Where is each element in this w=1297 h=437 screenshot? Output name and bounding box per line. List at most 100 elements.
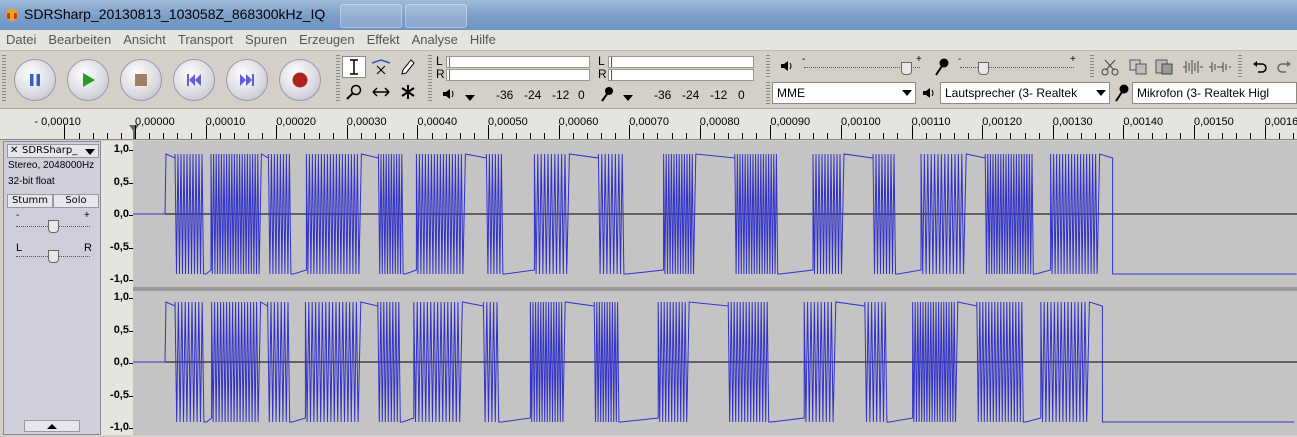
menu-datei[interactable]: Datei [0,30,42,47]
ruler-minor-tick [1165,133,1167,139]
play-button[interactable] [67,59,109,101]
toolbar-grip[interactable] [1238,55,1242,77]
input-device-select[interactable]: Mikrofon (3- Realtek Higl [1132,82,1297,104]
paste-icon[interactable] [1154,58,1174,76]
collapse-track-button[interactable] [24,420,80,432]
play-meter-scale: 0 [578,88,585,102]
audacity-app-icon [6,9,18,21]
ruler-minor-tick [502,133,504,139]
timeline-ruler[interactable]: - 0,00010 0,00000 0,00010 0,00020 0,00030 0,0… [0,109,1297,140]
waveform-display[interactable] [133,141,1297,435]
chevron-down-icon[interactable] [622,94,634,102]
menu-hilfe[interactable]: Hilfe [464,30,502,47]
output-device-select[interactable]: Lautsprecher (3- Realtek [940,82,1110,104]
ruler-label: 0,00040 [417,116,458,128]
ruler-minor-tick [1278,133,1280,139]
record-meter-right-label: R [598,67,607,81]
ruler-tick [982,125,984,139]
silence-icon[interactable] [1208,58,1232,76]
amplitude-label: 0,0 [113,356,129,368]
redo-icon[interactable] [1276,60,1292,74]
output-volume-knob[interactable] [900,62,912,75]
speaker-icon [443,89,454,99]
zoom-tool[interactable] [342,81,366,103]
skip-to-end-button[interactable] [226,59,268,101]
ruler-minor-tick [756,133,758,139]
envelope-icon [371,59,391,75]
ruler-tick [1123,125,1125,139]
ruler-label: - 0,00010 [34,116,81,128]
speaker-icon [781,61,792,71]
skip-to-start-button[interactable] [173,59,215,101]
play-meter-right-bar[interactable] [446,69,590,81]
solo-button[interactable]: Solo [53,194,99,208]
skip-start-icon [187,74,201,86]
chevron-down-icon[interactable] [464,94,476,102]
amplitude-label: 1,0 [113,291,129,303]
ruler-minor-tick [389,133,391,139]
ruler-minor-tick [572,133,574,139]
ruler-tick [1264,125,1266,139]
menu-bearbeiten[interactable]: Bearbeiten [42,30,117,47]
pan-knob[interactable] [48,250,59,263]
ruler-minor-tick [375,133,377,139]
ruler-minor-tick [742,133,744,139]
ruler-minor-tick [191,133,193,139]
timeshift-tool[interactable] [369,81,393,103]
close-icon[interactable]: ✕ [10,145,18,156]
copy-icon[interactable] [1128,58,1148,76]
ruler-minor-tick [1137,133,1139,139]
menu-spuren[interactable]: Spuren [239,30,293,47]
ruler-minor-tick [1109,133,1111,139]
track-name: SDRSharp_ [22,145,78,156]
selection-tool[interactable] [342,56,366,78]
gain-knob[interactable] [48,220,59,233]
amplitude-ruler[interactable]: 1,0 0,5 0,0 -0,5 -1,0 1,0 0,5 0,0 -0,5 -1,0 [101,141,134,435]
ruler-minor-tick [403,133,405,139]
track-name-bar[interactable]: ✕ SDRSharp_ [7,144,99,158]
toolbar-grip[interactable] [766,82,770,104]
pause-icon [30,74,40,86]
mute-button[interactable]: Stumm [7,194,53,208]
trim-icon[interactable] [1182,58,1204,76]
stop-button[interactable] [120,59,162,101]
play-meter-left-bar[interactable] [446,56,590,68]
ruler-minor-tick [996,133,998,139]
ruler-tick [699,125,701,139]
ruler-minor-tick [1081,133,1083,139]
menu-analyse[interactable]: Analyse [406,30,464,47]
draw-tool[interactable] [396,56,420,78]
ruler-label: 0,00100 [841,116,881,128]
ruler-label: 0,00150 [1194,116,1234,128]
menu-effekt[interactable]: Effekt [361,30,406,47]
toolbar-grip[interactable] [766,55,770,77]
ruler-label: 0,00050 [488,116,528,128]
ruler-minor-tick [1292,133,1294,139]
menu-erzeugen[interactable]: Erzeugen [293,30,361,47]
pause-button[interactable] [14,59,56,101]
chevron-down-icon[interactable] [85,149,95,155]
microphone-icon [935,58,949,76]
ruler-label: 0,00130 [1052,116,1093,128]
record-meter-right-bar[interactable] [608,69,754,81]
output-volume-max: + [916,54,922,65]
multi-tool[interactable] [396,81,420,103]
ruler-tick [770,125,772,139]
ruler-minor-tick [883,133,885,139]
ruler-minor-tick [473,133,475,139]
envelope-tool[interactable] [369,56,393,78]
record-meter-left-bar[interactable] [608,56,754,68]
record-meter-scale: 0 [738,88,745,102]
input-volume-knob[interactable] [978,62,989,75]
menu-transport[interactable]: Transport [172,30,239,47]
audio-host-select[interactable]: MME [772,82,916,104]
record-button[interactable] [279,59,321,101]
menu-ansicht[interactable]: Ansicht [117,30,172,47]
track-format: Stereo, 2048000Hz [8,160,95,171]
ruler-minor-tick [615,133,617,139]
cut-icon[interactable] [1100,58,1120,76]
undo-icon[interactable] [1252,60,1268,74]
ruler-minor-tick [459,133,461,139]
ruler-minor-tick [869,133,871,139]
ruler-minor-tick [304,133,306,139]
